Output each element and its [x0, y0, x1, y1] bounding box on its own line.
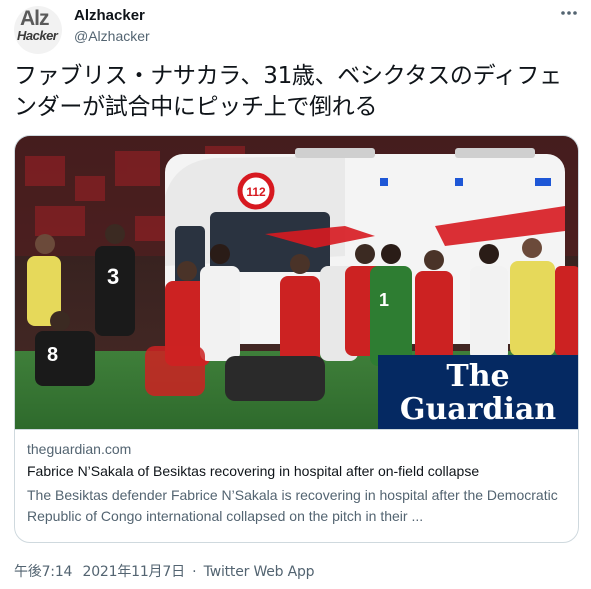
tweet-meta: 午後7:14 2021年11月7日 · Twitter Web App [14, 561, 315, 581]
tweet-text: ファブリス・ナサカラ、31歳、ベシクタスのディフェンダーが試合中にピッチ上で倒れ… [14, 63, 562, 120]
jersey-number-8: 8 [47, 344, 58, 366]
jersey-number-1: 1 [379, 290, 389, 310]
card-description: The Besiktas defender Fabrice N’Sakala i… [27, 487, 558, 524]
jersey-number-3: 3 [107, 264, 119, 289]
tweet: Alz Hacker Alzhacker @Alzhacker ファブリス・ナサ… [0, 0, 591, 589]
avatar-logo-subtext: Hacker [17, 28, 58, 43]
watermark-line1: The [446, 359, 509, 394]
link-card[interactable]: 112 3 8 1 The Guardian theguardian.com F… [14, 135, 579, 543]
tweet-date[interactable]: 2021年11月7日 [83, 564, 186, 580]
more-horizontal-icon[interactable] [554, 6, 584, 24]
watermark-line2: Guardian [400, 392, 556, 427]
tweet-time[interactable]: 午後7:14 [14, 564, 72, 580]
avatar[interactable]: Alz Hacker [14, 6, 62, 54]
card-domain: theguardian.com [27, 441, 132, 457]
meta-separator: · [192, 564, 197, 580]
card-image: 112 3 8 1 The Guardian [15, 136, 578, 429]
card-meta: theguardian.com Fabrice N’Sakala of Besi… [15, 429, 578, 542]
card-title: Fabrice N’Sakala of Besiktas recovering … [27, 463, 480, 479]
author-handle[interactable]: @Alzhacker [74, 28, 150, 44]
tweet-source[interactable]: Twitter Web App [204, 564, 315, 580]
author-display-name[interactable]: Alzhacker [74, 7, 145, 24]
ambulance-number: 112 [246, 185, 266, 199]
